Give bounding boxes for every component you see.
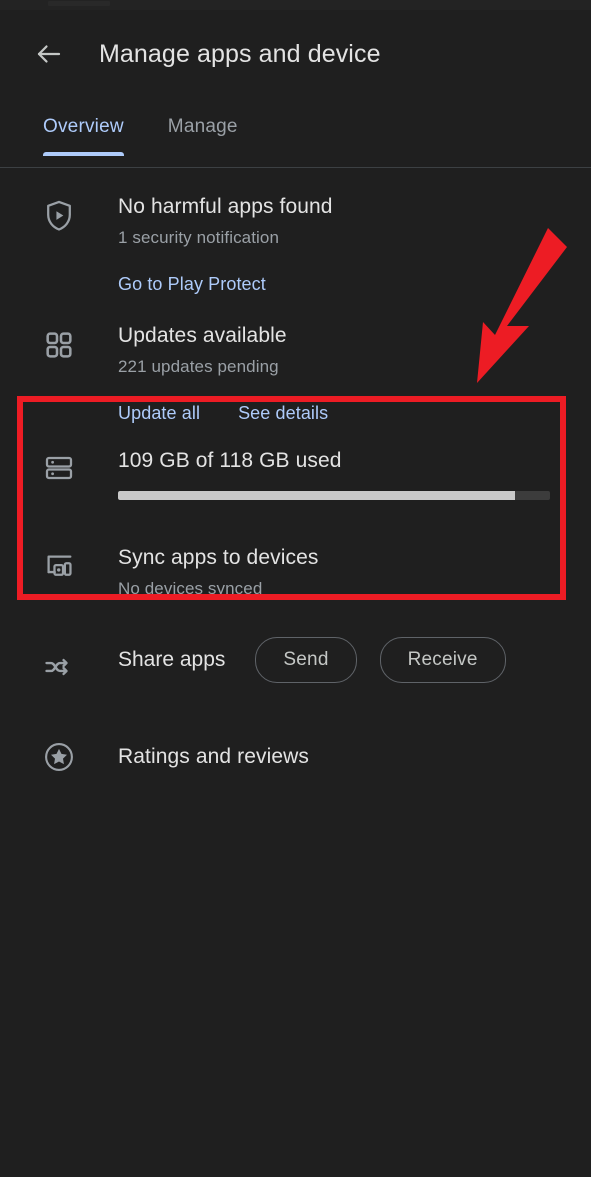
shield-play-icon [36,198,82,295]
storage-progress-bar [118,490,550,500]
share-apps-body: Share apps Send Receive [118,636,591,683]
storage-progress-fill [118,490,516,500]
storage-icon [36,452,82,499]
sync-apps-subtitle: No devices synced [118,578,263,598]
play-protect-body: No harmful apps found 1 security notific… [118,194,591,295]
play-store-manage-screen: Manage apps and device Overview Manage N… [0,0,591,1177]
see-details-button[interactable]: See details [238,403,328,424]
status-bar [0,0,591,10]
storage-row[interactable]: 109 GB of 118 GB used [0,424,591,500]
storage-body: 109 GB of 118 GB used [118,448,591,500]
tab-overview-label: Overview [43,116,124,137]
devices-icon [36,551,82,599]
updates-available-body: Updates available 221 updates pending Up… [118,323,591,424]
overview-content: No harmful apps found 1 security notific… [0,168,591,780]
share-apps-line: Share apps Send Receive [118,636,591,683]
tab-manage[interactable]: Manage [168,98,238,138]
share-apps-row: Share apps Send Receive [0,599,591,684]
sync-apps-title: Sync apps to devices [118,545,319,569]
ratings-and-reviews-row[interactable]: Ratings and reviews [0,684,591,780]
receive-button[interactable]: Receive [379,636,506,683]
status-bar-clipped-content [48,1,110,6]
send-button[interactable]: Send [255,636,357,683]
play-protect-subtitle: 1 security notification [118,228,280,248]
tab-manage-label: Manage [167,116,238,137]
back-button[interactable] [26,31,72,77]
tab-overview[interactable]: Overview [43,98,124,156]
update-all-button[interactable]: Update all [118,403,200,424]
share-apps-label: Share apps [118,647,226,671]
app-bar: Manage apps and device [0,10,591,98]
arrow-back-icon [34,39,64,69]
updates-available-title: Updates available [118,324,287,348]
play-protect-title: No harmful apps found [118,195,333,218]
apps-grid-icon [36,329,82,424]
ratings-and-reviews-title: Ratings and reviews [118,745,309,769]
updates-pending-count: 221 updates pending [118,357,279,377]
page-title: Manage apps and device [99,39,381,68]
updates-available-row[interactable]: Updates available 221 updates pending Up… [0,295,591,424]
go-to-play-protect-button[interactable]: Go to Play Protect [118,274,266,295]
storage-usage-label: 109 GB of 118 GB used [118,449,342,473]
share-swap-icon [36,650,82,684]
updates-actions: Update all See details [118,403,591,424]
play-protect-row[interactable]: No harmful apps found 1 security notific… [0,168,591,295]
tab-bar: Overview Manage [0,98,591,168]
ratings-and-reviews-body: Ratings and reviews [118,734,591,780]
star-circle-icon [36,740,82,774]
sync-apps-body: Sync apps to devices No devices synced [118,545,591,599]
play-protect-actions: Go to Play Protect [118,274,591,295]
sync-apps-row[interactable]: Sync apps to devices No devices synced [0,500,591,599]
